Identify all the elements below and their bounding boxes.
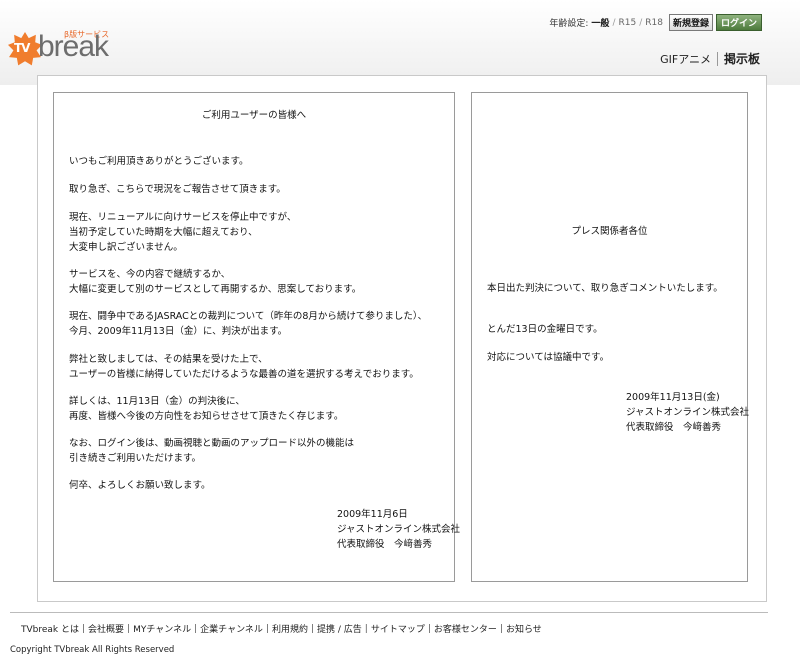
logo-tv: TV (14, 41, 31, 55)
notice-paragraph: 現在、リニューアルに向けサービスを停止中ですが、 当初予定していた時期を大幅に超… (69, 212, 297, 253)
notice-paragraph: サービスを、今の内容で継続するか、 大幅に変更して別のサービスとして再開するか、… (69, 269, 362, 295)
press-notice-title: プレス関係者各位 (571, 226, 648, 237)
notice-signature: 2009年11月6日 ジャストオンライン株式会社 代表取締役 今﨑善秀 (337, 509, 461, 550)
copyright: Copyright TVbreak All Rights Reserved (10, 645, 175, 655)
notice-paragraph: 現在、闘争中であるJASRACとの裁判について（昨年の8月から続けて参りました）… (69, 311, 428, 337)
footer-link-support[interactable]: お客様センター (431, 622, 500, 635)
top-nav: GIFアニメ 掲示板 (654, 50, 760, 67)
footer-link-about[interactable]: TVbreak とは (18, 622, 82, 635)
notice-paragraph: いつもご利用頂きありがとうございます。 (69, 156, 249, 167)
footer-link-news[interactable]: お知らせ (503, 622, 545, 635)
footer-divider (10, 612, 768, 613)
age-option-general[interactable]: 一般 (591, 16, 609, 29)
site-logo[interactable]: TV β版サービス break (8, 26, 123, 76)
notice-paragraph: 詳しくは、11月13日（金）の判決後に、 再度、皆様へ今後の方向性をお知らせさせ… (69, 396, 344, 422)
press-notice-panel: プレス関係者各位 本日出た判決について、取り急ぎコメントいたします。 とんだ13… (471, 92, 750, 582)
notice-paragraph: 何卒、よろしくお願い致します。 (69, 480, 211, 491)
age-separator: / (612, 17, 616, 28)
footer-link-company[interactable]: 会社概要 (85, 622, 127, 635)
press-paragraph: 本日出た判決について、取り急ぎコメントいたします。 (487, 283, 723, 294)
nav-gif-anime[interactable]: GIFアニメ (654, 51, 717, 67)
notice-paragraph: 弊社と致しましては、その結果を受けた上で、 ユーザーの皆様に納得していただけるよ… (69, 354, 419, 380)
footer-link-terms[interactable]: 利用規約 (269, 622, 311, 635)
press-paragraph: とんだ13日の金曜日です。 (487, 324, 603, 335)
age-option-r18[interactable]: R18 (645, 18, 663, 28)
user-notice-title: ご利用ユーザーの皆様へ (201, 110, 307, 121)
press-signature: 2009年11月13日(金) ジャストオンライン株式会社 代表取締役 今﨑善秀 (626, 392, 750, 433)
age-setting: 年齢設定: 一般 / R15 / R18 新規登録 ログイン (549, 14, 762, 31)
notice-paragraph: 取り急ぎ、こちらで現況をご報告させて頂きます。 (69, 184, 286, 195)
user-notice-panel: ご利用ユーザーの皆様へ いつもご利用頂きありがとうございます。 取り急ぎ、こちら… (53, 92, 460, 582)
logo-brand: break (38, 30, 109, 63)
content-frame: ご利用ユーザーの皆様へ いつもご利用頂きありがとうございます。 取り急ぎ、こちら… (37, 75, 767, 602)
age-label: 年齢設定: (549, 19, 589, 29)
footer-link-sitemap[interactable]: サイトマップ (368, 622, 428, 635)
footer-nav: TVbreak とは | 会社概要 | MYチャンネル | 企業チャンネル | 利用規約… (18, 622, 545, 636)
footer-link-my-channel[interactable]: MYチャンネル (130, 622, 194, 635)
login-button[interactable]: ログイン (715, 14, 762, 31)
footer-link-corporate-channel[interactable]: 企業チャンネル (197, 622, 266, 635)
footer-link-partnership[interactable]: 提携 / 広告 (314, 622, 365, 635)
age-separator: / (639, 17, 643, 28)
age-option-r15[interactable]: R15 (618, 18, 636, 28)
notice-paragraph: なお、ログイン後は、動画視聴と動画のアップロード以外の機能は 引き続きご利用いた… (69, 438, 355, 464)
nav-bbs[interactable]: 掲示板 (718, 50, 760, 67)
press-paragraph: 対応については協議中です。 (487, 352, 610, 363)
signup-button[interactable]: 新規登録 (668, 14, 713, 31)
